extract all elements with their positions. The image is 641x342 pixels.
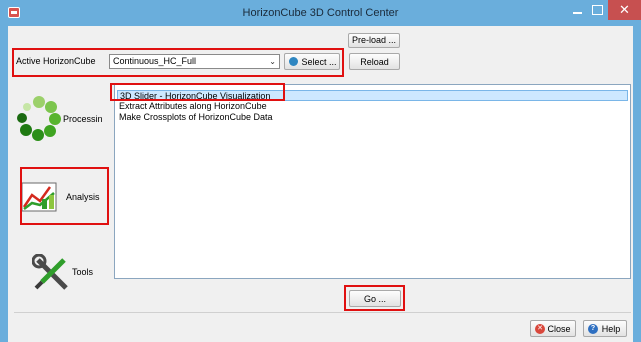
horizoncube-select-value: Continuous_HC_Full xyxy=(113,56,197,66)
go-button[interactable]: Go ... xyxy=(349,290,401,307)
preload-button[interactable]: Pre-load ... xyxy=(348,33,400,48)
help-button[interactable]: ? Help xyxy=(583,320,627,337)
close-button-label: Close xyxy=(547,324,571,334)
maximize-button[interactable] xyxy=(590,0,606,20)
title-bar: HorizonCube 3D Control Center ✕ xyxy=(0,0,641,26)
reload-button[interactable]: Reload xyxy=(349,53,400,70)
active-horizoncube-label: Active HorizonCube xyxy=(16,56,96,66)
select-button-label: Select ... xyxy=(301,57,337,67)
window-title: HorizonCube 3D Control Center xyxy=(242,7,399,19)
list-item[interactable]: Make Crossplots of HorizonCube Data xyxy=(117,112,628,123)
sidebar-item-analysis[interactable]: Analysis xyxy=(16,167,108,225)
window-border-right xyxy=(633,26,641,342)
sidebar-item-label: Processin xyxy=(63,114,103,124)
tools-wrench-screwdriver-icon xyxy=(32,254,68,290)
minimize-button[interactable] xyxy=(564,0,590,20)
list-item[interactable]: Extract Attributes along HorizonCube xyxy=(117,101,628,112)
divider xyxy=(14,312,631,313)
sidebar-item-processing[interactable]: Processin xyxy=(16,93,108,145)
sidebar-item-tools[interactable]: Tools xyxy=(16,250,108,296)
sidebar-item-label: Analysis xyxy=(66,192,100,202)
close-icon: ✕ xyxy=(535,324,545,334)
list-item[interactable]: 3D Slider - HorizonCube Visualization xyxy=(117,90,628,101)
sidebar-item-label: Tools xyxy=(72,267,94,277)
select-icon xyxy=(289,57,298,66)
window-close-button[interactable]: ✕ xyxy=(608,0,641,20)
select-button[interactable]: Select ... xyxy=(284,53,340,70)
tool-list[interactable]: 3D Slider - HorizonCube Visualization Ex… xyxy=(114,84,631,279)
chevron-down-icon[interactable]: ⌄ xyxy=(269,55,276,68)
horizoncube-select[interactable]: Continuous_HC_Full ⌄ xyxy=(109,54,280,69)
help-button-label: Help xyxy=(601,324,621,334)
help-icon: ? xyxy=(588,324,598,334)
close-button[interactable]: ✕ Close xyxy=(530,320,576,337)
window-border-left xyxy=(0,26,8,342)
processing-spinner-icon xyxy=(17,96,61,141)
analysis-chart-icon xyxy=(21,182,57,212)
